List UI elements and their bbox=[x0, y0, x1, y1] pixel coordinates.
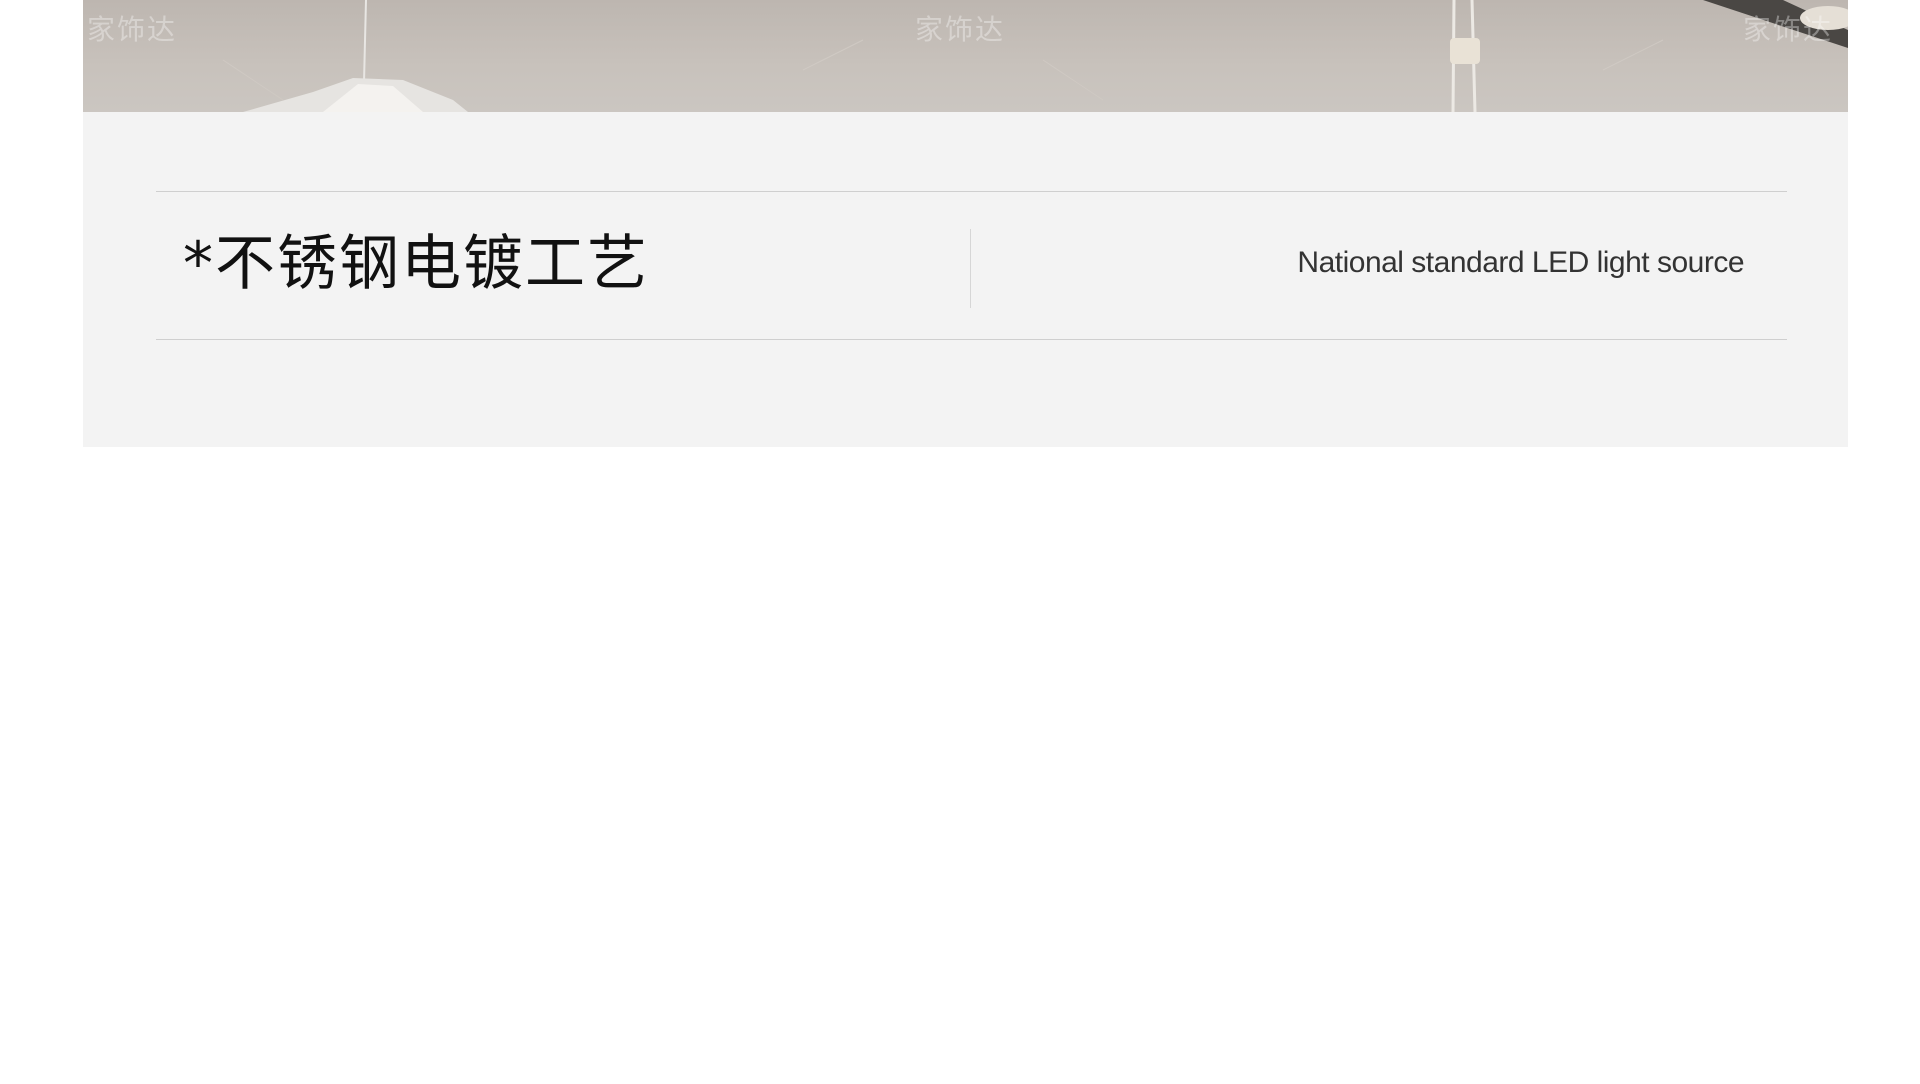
watermark-text: 家饰达 bbox=[915, 13, 1006, 46]
watermark-text: 家饰达 bbox=[1743, 13, 1834, 46]
feature-panel: 家饰达 家饰达 家饰达 *不锈钢电镀工艺 National standard L… bbox=[83, 0, 1848, 447]
feature-title: *不锈钢电镀工艺 bbox=[183, 229, 649, 299]
bottom-divider-line bbox=[156, 339, 1787, 340]
feature-subtitle: National standard LED light source bbox=[1297, 246, 1744, 279]
watermark-text: 家饰达 bbox=[87, 13, 178, 46]
top-divider-line bbox=[156, 191, 1787, 192]
product-photo-strip: 家饰达 家饰达 家饰达 bbox=[83, 0, 1848, 112]
vertical-divider bbox=[970, 229, 971, 308]
page: 家饰达 家饰达 家饰达 *不锈钢电镀工艺 National standard L… bbox=[0, 0, 1920, 1084]
